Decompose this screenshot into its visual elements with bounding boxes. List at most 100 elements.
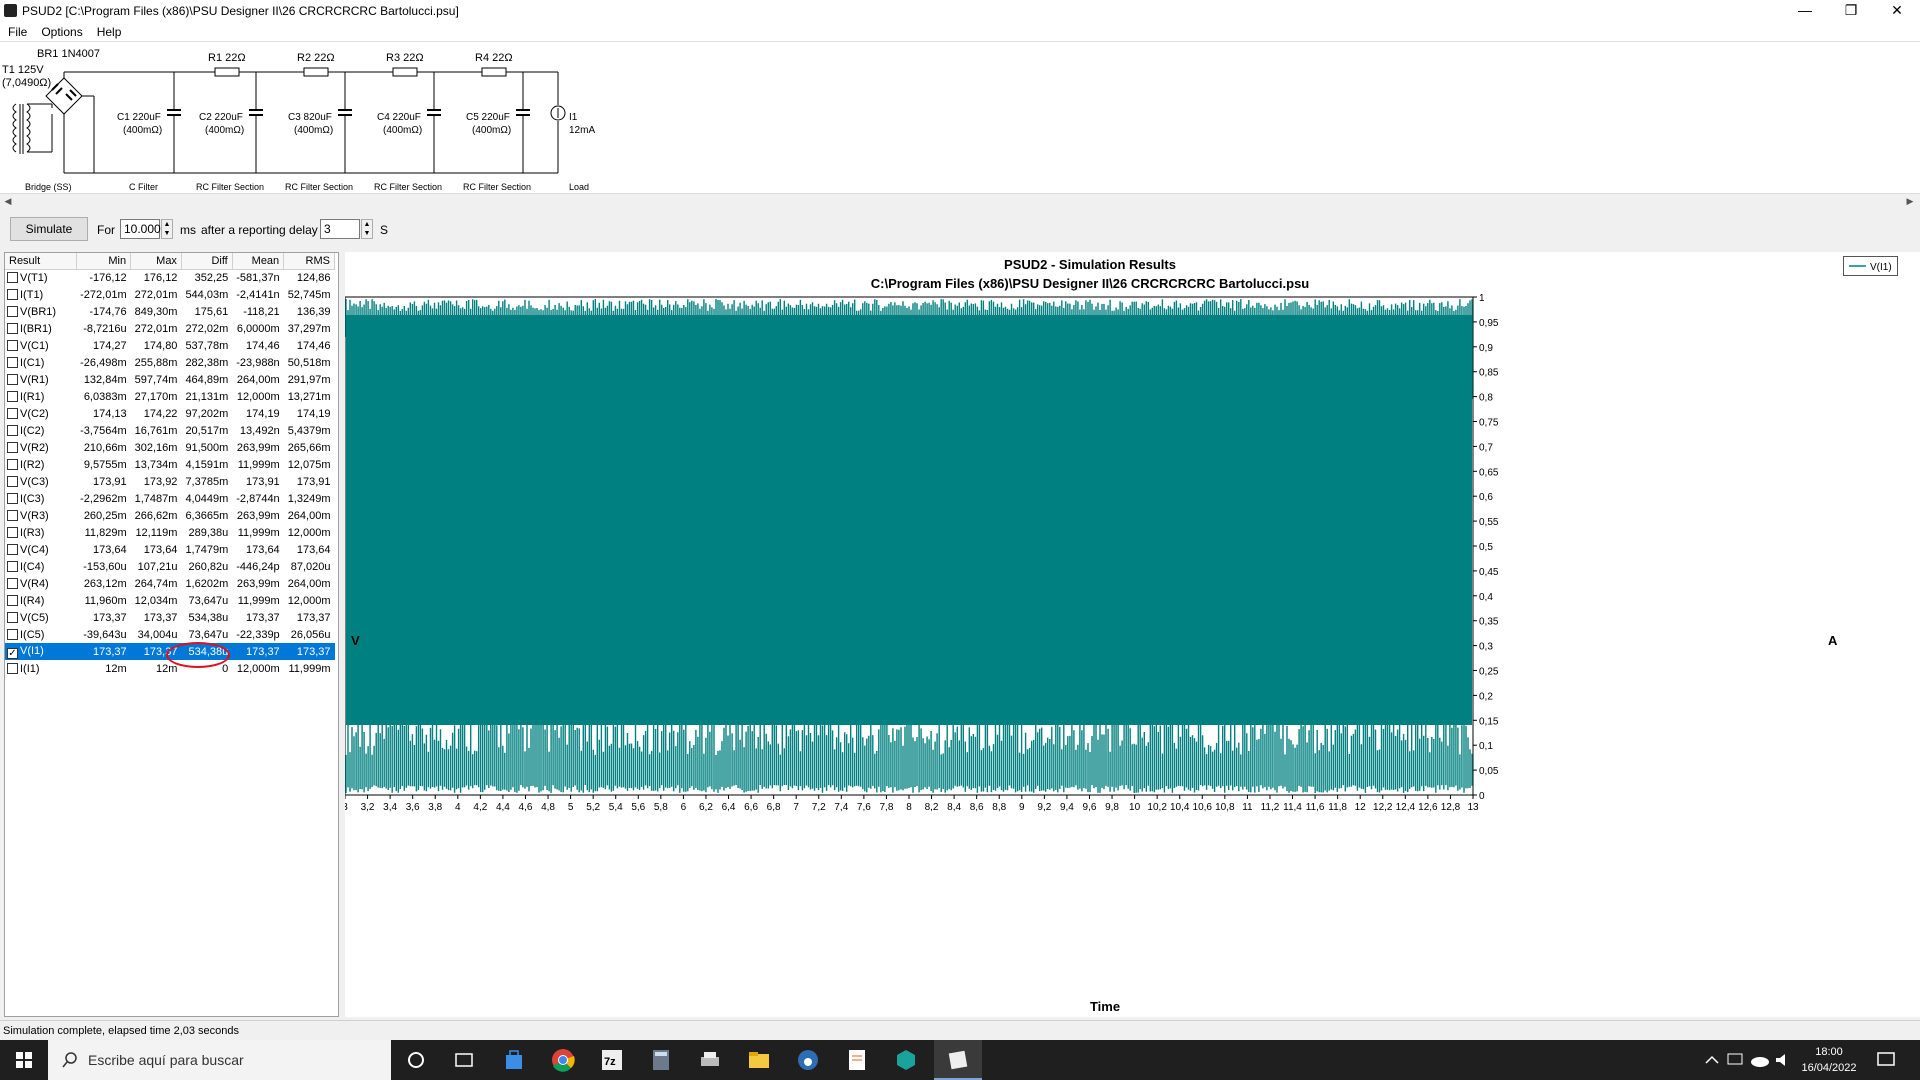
result-checkbox[interactable] (7, 662, 18, 674)
result-checkbox[interactable] (7, 628, 18, 640)
capacitor-c1[interactable] (167, 72, 181, 173)
notifications-icon[interactable] (1874, 1048, 1898, 1072)
result-name-cell[interactable]: I(C3) (5, 490, 76, 507)
capacitor-c3[interactable] (338, 72, 352, 173)
table-row[interactable]: I(C1) -26,498m 255,88m 282,38m -23,988n 50,51… (5, 354, 335, 371)
result-name-cell[interactable]: V(C3) (5, 473, 76, 490)
table-row[interactable]: V(BR1) -174,76 849,30m 175,61 -118,21 136,39 (5, 303, 335, 320)
result-name-cell[interactable]: V(R2) (5, 439, 76, 456)
result-name-cell[interactable]: V(C2) (5, 405, 76, 422)
table-row[interactable]: V(R2) 210,66m 302,16m 91,500m 263,99m 265,66m (5, 439, 335, 456)
result-checkbox[interactable] (7, 611, 18, 623)
network-icon[interactable] (1724, 1048, 1748, 1072)
menu-file[interactable]: File (0, 22, 33, 39)
schematic-scrollbar[interactable]: ◀ ▶ (0, 193, 1920, 207)
table-row[interactable]: V(R1) 132,84m 597,74m 464,89m 264,00m 291,97m (5, 371, 335, 388)
table-row[interactable]: V(C5) 173,37 173,37 534,38u 173,37 173,37 (5, 609, 335, 626)
result-checkbox[interactable] (7, 475, 18, 487)
result-name-cell[interactable]: V(C5) (5, 609, 76, 626)
resistor-r4[interactable] (481, 67, 507, 77)
table-row[interactable]: I(C4) -153,60u 107,21u 260,82u -446,24p 87,02… (5, 558, 335, 575)
table-row[interactable]: V(C1) 174,27 174,80 537,78m 174,46 174,46 (5, 337, 335, 354)
result-checkbox[interactable] (7, 492, 18, 504)
paw-app-icon[interactable] (796, 1048, 820, 1072)
result-checkbox[interactable] (7, 560, 18, 572)
psud2-taskbar-item[interactable] (934, 1040, 982, 1080)
duration-input[interactable]: 10.000 (120, 219, 161, 239)
resistor-r3[interactable] (392, 67, 418, 77)
result-checkbox[interactable] (7, 288, 18, 300)
notepad-icon[interactable] (845, 1048, 869, 1072)
current-source-i1[interactable] (550, 72, 566, 173)
cortana-icon[interactable] (404, 1048, 428, 1072)
table-row[interactable]: I(C5) -39,643u 34,004u 73,647u -22,339p 26,05… (5, 626, 335, 643)
system-clock[interactable]: 18:00 16/04/2022 (1794, 1044, 1864, 1076)
result-checkbox[interactable] (7, 305, 18, 317)
result-name-cell[interactable]: V(T1) (5, 269, 76, 286)
menu-help[interactable]: Help (89, 22, 128, 39)
result-checkbox[interactable] (7, 373, 18, 385)
windows-start-icon[interactable] (0, 1040, 48, 1080)
col-rms[interactable]: RMS (283, 253, 335, 270)
result-name-cell[interactable]: V(R1) (5, 371, 76, 388)
minimize-button[interactable]: — (1782, 0, 1828, 22)
task-view-icon[interactable] (452, 1048, 476, 1072)
result-checkbox[interactable] (7, 441, 18, 453)
result-checkbox[interactable]: ✓ (7, 647, 18, 659)
result-name-cell[interactable]: I(C4) (5, 558, 76, 575)
result-checkbox[interactable] (7, 577, 18, 589)
scroll-left-icon[interactable]: ◀ (2, 195, 14, 207)
table-row[interactable]: V(R3) 260,25m 266,62m 6,3665m 263,99m 264,00m (5, 507, 335, 524)
table-row[interactable]: I(T1) -272,01m 272,01m 544,03m -2,4141n 52,74… (5, 286, 335, 303)
table-row[interactable]: I(R4) 11,960m 12,034m 73,647u 11,999m 12,000m (5, 592, 335, 609)
result-checkbox[interactable] (7, 322, 18, 334)
table-row[interactable]: I(R3) 11,829m 12,119m 289,38u 11,999m 12,000m (5, 524, 335, 541)
menu-options[interactable]: Options (33, 22, 88, 39)
result-checkbox[interactable] (7, 543, 18, 555)
printer-icon[interactable] (698, 1048, 722, 1072)
col-min[interactable]: Min (76, 253, 132, 270)
table-row[interactable]: I(I1) 12m 12m 0 12,000m 11,999m (5, 660, 335, 677)
table-row[interactable]: I(BR1) -8,7216u 272,01m 272,02m 6,0000m 37,29… (5, 320, 335, 337)
result-name-cell[interactable]: V(R4) (5, 575, 76, 592)
result-name-cell[interactable]: I(R2) (5, 456, 76, 473)
result-name-cell[interactable]: I(R3) (5, 524, 76, 541)
result-checkbox[interactable] (7, 339, 18, 351)
result-checkbox[interactable] (7, 390, 18, 402)
result-name-cell[interactable]: ✓ V(I1) (5, 643, 77, 660)
capacitor-c5[interactable] (516, 72, 530, 173)
result-checkbox[interactable] (7, 356, 18, 368)
chart-legend[interactable]: V(I1) (1843, 256, 1898, 276)
duration-spinner-icon[interactable]: ▲ ▼ (161, 219, 173, 239)
vpn-app-icon[interactable] (894, 1048, 918, 1072)
7zip-icon[interactable]: 7z (600, 1048, 624, 1072)
results-table[interactable]: Result Min Max Diff Mean RMS V(T1) -176,1… (4, 252, 339, 1017)
chrome-icon[interactable] (551, 1048, 575, 1072)
result-name-cell[interactable]: I(C1) (5, 354, 76, 371)
result-checkbox[interactable] (7, 594, 18, 606)
result-checkbox[interactable] (7, 424, 18, 436)
scroll-right-icon[interactable]: ▶ (1904, 195, 1916, 207)
taskbar-search-box[interactable]: Escribe aquí para buscar (48, 1040, 391, 1080)
col-mean[interactable]: Mean (232, 253, 285, 270)
result-name-cell[interactable]: I(BR1) (5, 320, 76, 337)
capacitor-c2[interactable] (249, 72, 263, 173)
table-row[interactable]: I(C3) -2,2962m 1,7487m 4,0449m -2,8744n 1,324… (5, 490, 335, 507)
table-row[interactable]: I(R1) 6,0383m 27,170m 21,131m 12,000m 13,271m (5, 388, 335, 405)
result-checkbox[interactable] (7, 407, 18, 419)
tray-overflow-icon[interactable] (1700, 1048, 1724, 1072)
result-name-cell[interactable]: V(C1) (5, 337, 76, 354)
table-row[interactable]: V(C2) 174,13 174,22 97,202m 174,19 174,19 (5, 405, 335, 422)
delay-input[interactable]: 3 (320, 219, 360, 239)
result-checkbox[interactable] (7, 458, 18, 470)
table-row[interactable]: I(C2) -3,7564m 16,761m 20,517m 13,492n 5,4379… (5, 422, 335, 439)
resistor-r1[interactable] (214, 67, 240, 77)
plot-panel[interactable]: PSUD2 - Simulation Results C:\Program Fi… (292, 252, 1920, 1017)
delay-spinner-icon[interactable]: ▲ ▼ (361, 219, 373, 239)
table-row[interactable]: V(R4) 263,12m 264,74m 1,6202m 263,99m 264,00m (5, 575, 335, 592)
table-row[interactable]: V(T1) -176,12 176,12 352,25 -581,37n 124,86 (5, 269, 335, 286)
result-name-cell[interactable]: V(C4) (5, 541, 76, 558)
simulate-button[interactable]: Simulate (10, 217, 88, 241)
result-name-cell[interactable]: I(R4) (5, 592, 76, 609)
result-checkbox[interactable] (7, 526, 18, 538)
